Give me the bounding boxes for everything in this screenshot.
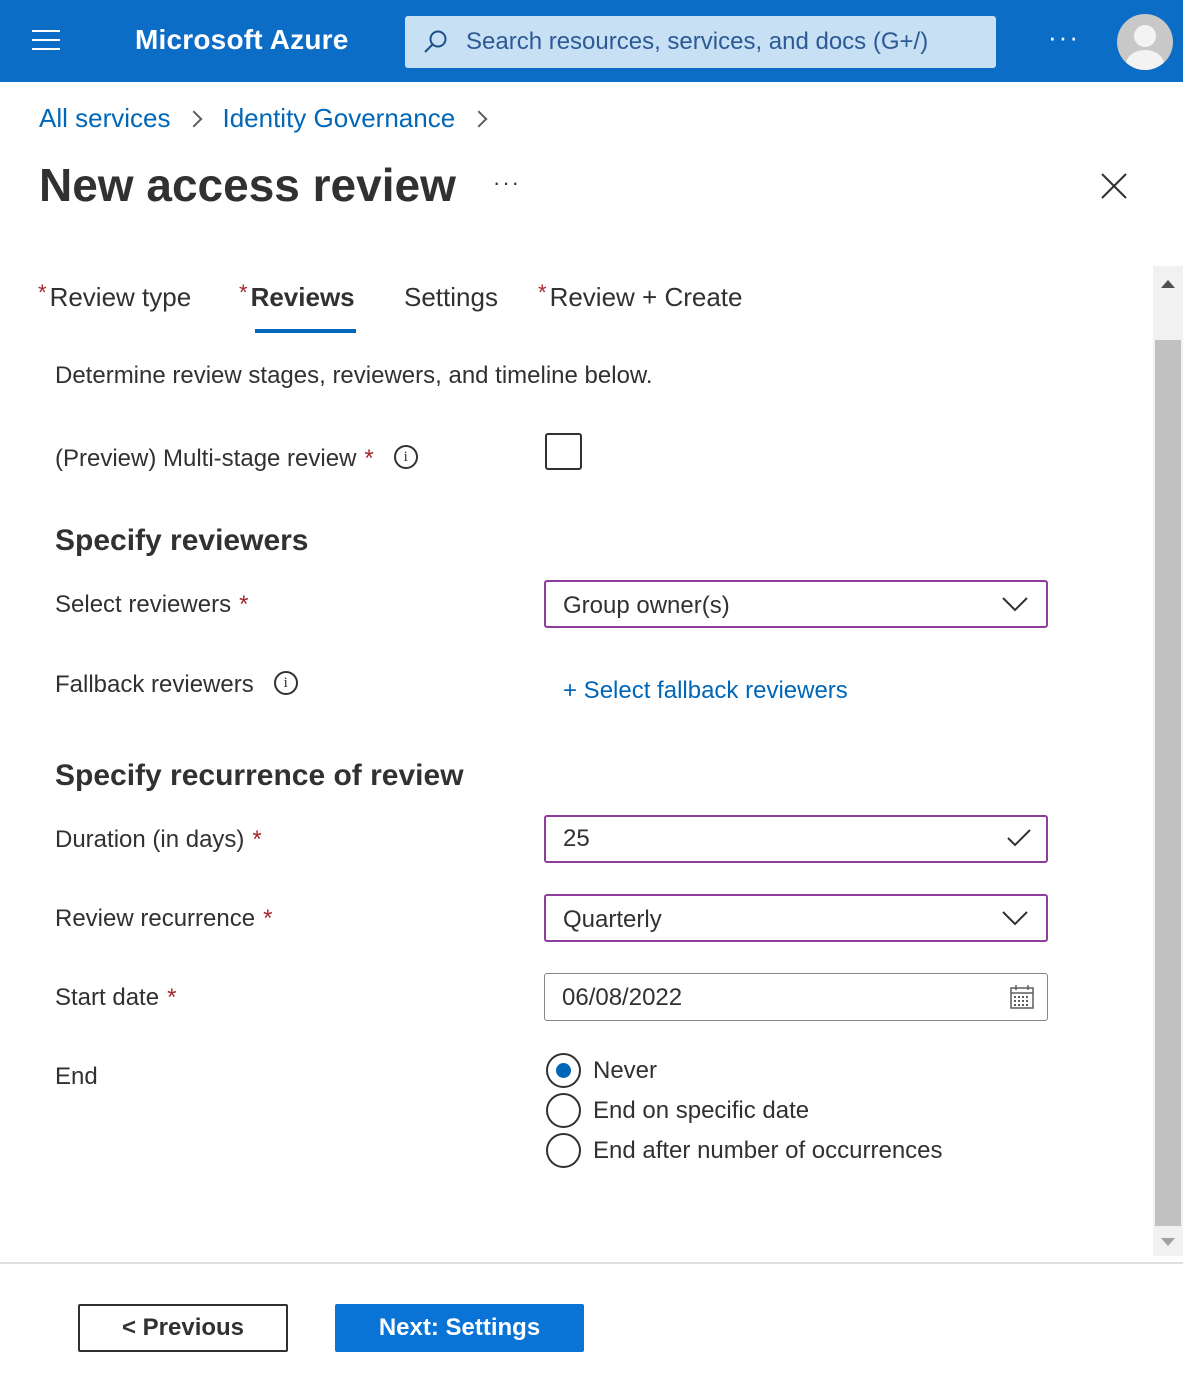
- info-icon[interactable]: i: [273, 670, 298, 695]
- search-placeholder: Search resources, services, and docs (G+…: [466, 28, 929, 55]
- previous-button[interactable]: < Previous: [78, 1304, 288, 1352]
- checkmark-icon: [1007, 829, 1031, 847]
- required-marker: *: [239, 280, 248, 305]
- scrollbar[interactable]: [1153, 266, 1183, 1256]
- required-marker: *: [38, 280, 47, 305]
- title-more-icon[interactable]: ···: [493, 170, 521, 196]
- hamburger-menu-icon[interactable]: [32, 30, 60, 52]
- search-icon: [424, 30, 447, 53]
- info-icon[interactable]: i: [393, 444, 418, 469]
- breadcrumb-all-services[interactable]: All services: [39, 103, 170, 134]
- active-tab-indicator: [255, 329, 356, 333]
- required-marker: *: [263, 905, 273, 932]
- radio-end-specific-date[interactable]: End on specific date: [546, 1093, 809, 1128]
- section-heading-reviewers: Specify reviewers: [55, 524, 309, 557]
- required-marker: *: [538, 280, 547, 305]
- duration-label: Duration (in days) *: [55, 826, 262, 853]
- multistage-checkbox[interactable]: [545, 433, 582, 470]
- start-date-label: Start date *: [55, 984, 177, 1011]
- brand-title[interactable]: Microsoft Azure: [135, 24, 349, 56]
- fallback-reviewers-label: Fallback reviewers i: [55, 670, 298, 699]
- radio-button[interactable]: [546, 1093, 581, 1128]
- chevron-right-icon: [470, 110, 488, 127]
- section-heading-recurrence: Specify recurrence of review: [55, 759, 464, 792]
- breadcrumb: All services Identity Governance: [39, 103, 507, 134]
- search-input[interactable]: Search resources, services, and docs (G+…: [405, 16, 996, 68]
- required-marker: *: [167, 984, 177, 1011]
- scroll-down-icon[interactable]: [1153, 1228, 1183, 1256]
- more-options-icon[interactable]: ···: [1048, 22, 1080, 53]
- recurrence-label: Review recurrence *: [55, 905, 273, 932]
- user-icon: [1126, 25, 1164, 70]
- radio-button[interactable]: [546, 1053, 581, 1088]
- duration-input[interactable]: 25: [544, 815, 1048, 863]
- select-reviewers-dropdown[interactable]: Group owner(s): [544, 580, 1048, 628]
- tab-reviews[interactable]: * Reviews: [239, 280, 355, 313]
- required-marker: *: [252, 826, 262, 853]
- avatar[interactable]: [1117, 14, 1173, 70]
- start-date-input[interactable]: 06/08/2022: [544, 973, 1048, 1021]
- chevron-down-icon: [1002, 597, 1028, 612]
- radio-button[interactable]: [546, 1133, 581, 1168]
- calendar-icon[interactable]: [1009, 984, 1035, 1010]
- radio-end-never[interactable]: Never: [546, 1053, 657, 1088]
- select-reviewers-label: Select reviewers *: [55, 591, 249, 618]
- required-marker: *: [364, 445, 374, 472]
- footer-divider: [0, 1262, 1183, 1264]
- chevron-right-icon: [185, 110, 203, 127]
- multistage-label: (Preview) Multi-stage review * i: [55, 444, 418, 473]
- chevron-down-icon: [1002, 911, 1028, 926]
- tab-settings[interactable]: Settings: [404, 282, 498, 313]
- tab-review-create[interactable]: * Review + Create: [538, 280, 742, 313]
- select-fallback-reviewers-link[interactable]: + Select fallback reviewers: [563, 677, 848, 705]
- recurrence-dropdown[interactable]: Quarterly: [544, 894, 1048, 942]
- top-bar: Microsoft Azure Search resources, servic…: [0, 0, 1183, 82]
- tab-review-type[interactable]: * Review type: [38, 280, 191, 313]
- scrollbar-thumb[interactable]: [1155, 340, 1181, 1226]
- scroll-up-icon[interactable]: [1153, 266, 1183, 302]
- intro-text: Determine review stages, reviewers, and …: [55, 362, 653, 389]
- page-title: New access review: [39, 159, 456, 211]
- required-marker: *: [239, 591, 249, 618]
- next-settings-button[interactable]: Next: Settings: [335, 1304, 584, 1352]
- radio-end-after-occurrences[interactable]: End after number of occurrences: [546, 1133, 943, 1168]
- end-label: End: [55, 1063, 98, 1090]
- close-icon[interactable]: [1096, 168, 1132, 204]
- breadcrumb-identity-governance[interactable]: Identity Governance: [222, 103, 455, 134]
